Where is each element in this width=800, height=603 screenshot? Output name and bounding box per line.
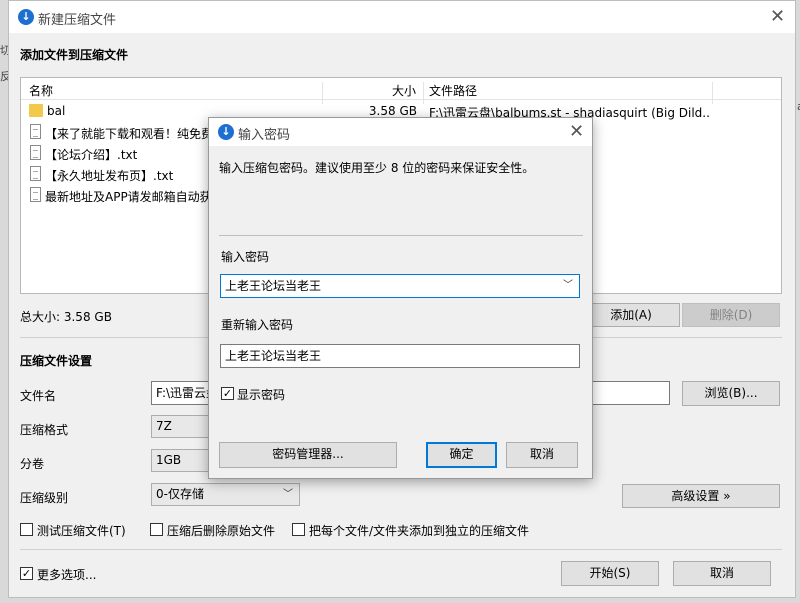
- level-value: 0-仅存储: [156, 487, 204, 501]
- start-button[interactable]: 开始(S): [561, 561, 659, 586]
- more-options-checkbox[interactable]: ✓: [20, 567, 33, 580]
- delete-after-label[interactable]: 压缩后删除原始文件: [167, 522, 275, 539]
- delete-button[interactable]: 删除(D): [682, 303, 780, 327]
- password-value: 上老王论坛当老王: [225, 279, 322, 293]
- dialog-titlebar: ↓ 输入密码 ✕: [209, 118, 592, 146]
- more-options-label[interactable]: 更多选项...: [37, 566, 96, 583]
- split-label: 分卷: [20, 457, 45, 471]
- dialog-description: 输入压缩包密码。建议使用至少 8 位的密码来保证安全性。: [219, 161, 535, 175]
- text-file-icon: [30, 124, 41, 139]
- divider: [219, 235, 583, 236]
- file-list-header: 名称 大小 文件路径: [21, 78, 781, 104]
- ok-button[interactable]: 确定: [426, 442, 497, 468]
- archive-settings-title: 压缩文件设置: [20, 354, 93, 368]
- filename-label: 文件名: [20, 389, 57, 403]
- text-file-icon: [30, 145, 41, 160]
- close-icon[interactable]: ✕: [569, 123, 584, 141]
- password-dialog: ↓ 输入密码 ✕ 输入压缩包密码。建议使用至少 8 位的密码来保证安全性。 输入…: [208, 117, 593, 479]
- test-archive-label[interactable]: 测试压缩文件(T): [37, 522, 126, 539]
- level-label: 压缩级别: [20, 491, 69, 505]
- add-button[interactable]: 添加(A): [582, 303, 680, 327]
- password-label: 输入密码: [221, 250, 270, 264]
- text-file-icon: [30, 166, 41, 181]
- app-logo-icon: ↓: [218, 124, 234, 140]
- divider: [20, 549, 782, 550]
- show-password-label[interactable]: 显示密码: [237, 386, 285, 403]
- advanced-settings-button[interactable]: 高级设置 »: [622, 484, 780, 508]
- text-file-icon: [30, 187, 41, 202]
- cancel-button[interactable]: 取消: [673, 561, 771, 586]
- close-icon[interactable]: ✕: [770, 8, 785, 26]
- column-header-path[interactable]: 文件路径: [429, 82, 477, 99]
- confirm-password-input[interactable]: 上老王论坛当老王: [220, 344, 580, 368]
- browse-button[interactable]: 浏览(B)...: [682, 381, 780, 406]
- folder-icon: [29, 104, 43, 117]
- dialog-cancel-button[interactable]: 取消: [506, 442, 578, 468]
- test-archive-checkbox[interactable]: [20, 523, 33, 536]
- password-manager-button[interactable]: 密码管理器...: [219, 442, 397, 468]
- format-label: 压缩格式: [20, 423, 69, 437]
- total-size: 总大小: 3.58 GB: [20, 310, 112, 324]
- add-files-section-title: 添加文件到压缩文件: [20, 48, 129, 62]
- file-size: 3.58 GB: [368, 104, 417, 118]
- window-title: 新建压缩文件: [38, 13, 117, 28]
- split-value: 1GB: [156, 453, 182, 467]
- chevron-down-icon[interactable]: ﹀: [563, 275, 573, 297]
- dialog-title: 输入密码: [238, 128, 291, 143]
- column-header-name[interactable]: 名称: [29, 82, 53, 99]
- app-logo-icon: ↓: [18, 9, 34, 25]
- column-header-size[interactable]: 大小: [392, 82, 416, 99]
- level-select[interactable]: 0-仅存储 ﹀: [151, 483, 300, 506]
- separate-archives-checkbox[interactable]: [292, 523, 305, 536]
- password-input[interactable]: 上老王论坛当老王 ﹀: [220, 274, 580, 298]
- show-password-checkbox[interactable]: ✓: [221, 387, 234, 400]
- file-name: bal: [47, 104, 66, 118]
- chevron-down-icon: ﹀: [283, 489, 293, 500]
- format-value: 7Z: [156, 419, 172, 433]
- confirm-password-label: 重新输入密码: [221, 318, 294, 332]
- window-titlebar: ↓ 新建压缩文件 ✕: [9, 1, 795, 33]
- separate-archives-label[interactable]: 把每个文件/文件夹添加到独立的压缩文件: [309, 522, 529, 539]
- delete-after-checkbox[interactable]: [150, 523, 163, 536]
